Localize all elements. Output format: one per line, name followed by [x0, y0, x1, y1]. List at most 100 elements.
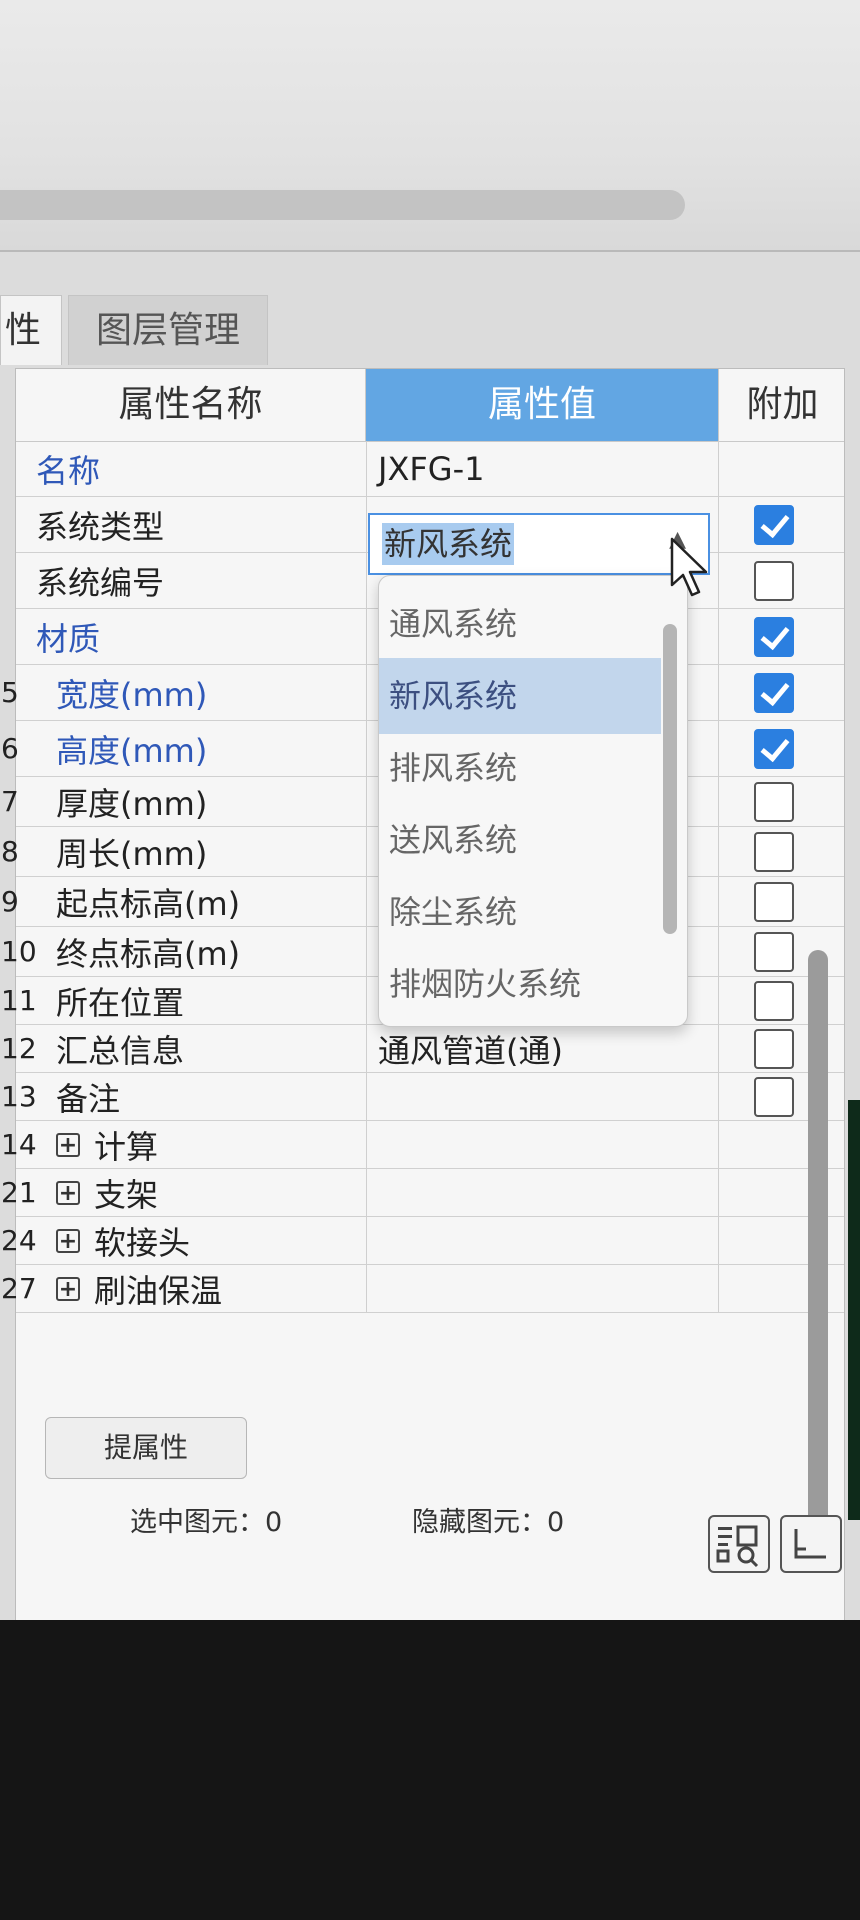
property-name: 所在位置 [56, 983, 185, 1022]
column-header-extra[interactable]: 附加 [718, 369, 846, 441]
property-name: + 软接头 [56, 1217, 190, 1264]
column-divider [718, 441, 719, 496]
column-divider [718, 553, 719, 608]
extra-checkbox[interactable] [754, 729, 794, 769]
column-divider [366, 553, 367, 608]
axis-button[interactable] [780, 1515, 842, 1573]
property-name: 系统编号 [36, 563, 165, 602]
table-row[interactable]: 12 汇总信息 通风管道(通) [1, 1025, 844, 1073]
row-index: 6 [1, 732, 19, 765]
column-divider [366, 1265, 367, 1312]
plus-icon[interactable]: + [56, 1228, 80, 1253]
vertical-scrollbar[interactable] [808, 950, 828, 1530]
query-button[interactable] [708, 1515, 770, 1573]
plus-icon[interactable]: + [56, 1180, 80, 1205]
row-index: 27 [1, 1272, 37, 1305]
tab-layer-management[interactable]: 图层管理 [68, 295, 268, 365]
extra-checkbox[interactable] [754, 782, 794, 822]
column-divider [366, 497, 367, 552]
extra-checkbox[interactable] [754, 673, 794, 713]
dropdown-option[interactable]: 新风系统 [379, 658, 661, 734]
plus-icon[interactable]: + [56, 1132, 80, 1157]
extra-checkbox[interactable] [754, 1029, 794, 1069]
column-divider [718, 927, 719, 976]
column-header-value[interactable]: 属性值 [366, 369, 718, 441]
dropdown-option[interactable]: 排烟防火系统 [379, 946, 661, 1022]
column-divider [366, 1217, 367, 1264]
table-row[interactable]: 24 + 软接头 [1, 1217, 844, 1265]
column-divider [366, 777, 367, 826]
monitor-bezel [0, 1620, 860, 1920]
row-index: 13 [1, 1080, 37, 1113]
property-group-label: 软接头 [94, 1223, 191, 1262]
dropdown-option[interactable]: 通风系统 [379, 586, 661, 662]
table-row[interactable]: 21 + 支架 [1, 1169, 844, 1217]
property-name: 备注 [56, 1079, 121, 1118]
property-name: 材质 [36, 619, 101, 658]
canvas-edge [848, 1100, 860, 1520]
property-name: 名称 [36, 451, 101, 490]
column-divider [718, 497, 719, 552]
column-divider [366, 721, 367, 776]
column-divider [366, 977, 367, 1024]
row-index: 10 [1, 935, 37, 968]
table-row[interactable]: 27 + 刷油保温 [1, 1265, 844, 1313]
dropdown-scrollbar[interactable] [663, 624, 677, 934]
property-name: + 计算 [56, 1121, 158, 1168]
extra-checkbox[interactable] [754, 832, 794, 872]
system-type-value: 新风系统 [382, 523, 515, 565]
extra-checkbox[interactable] [754, 882, 794, 922]
column-divider [366, 609, 367, 664]
system-type-dropdown: 通风系统 新风系统 排风系统 送风系统 除尘系统 排烟防火系统 [378, 575, 688, 1027]
column-divider [366, 877, 367, 926]
column-divider [718, 1025, 719, 1072]
axis-icon [794, 1529, 826, 1559]
row-index: 11 [1, 984, 37, 1017]
row-index: 14 [1, 1128, 37, 1161]
property-name: 汇总信息 [56, 1031, 185, 1070]
property-value[interactable]: 通风管道(通) [378, 1025, 563, 1072]
extra-checkbox[interactable] [754, 932, 794, 972]
tab-properties[interactable]: 性 [0, 295, 62, 365]
dropdown-option[interactable]: 除尘系统 [379, 874, 661, 950]
column-divider [366, 1169, 367, 1216]
column-divider [718, 827, 719, 876]
extra-checkbox[interactable] [754, 617, 794, 657]
column-divider [718, 1073, 719, 1120]
table-row[interactable]: 14 + 计算 [1, 1121, 844, 1169]
system-type-combobox[interactable]: 新风系统 ▲ [368, 513, 710, 575]
property-name: + 支架 [56, 1169, 158, 1216]
property-name: 宽度(mm) [56, 675, 208, 714]
property-name: 高度(mm) [56, 731, 208, 770]
dropdown-option[interactable]: 送风系统 [379, 802, 661, 878]
property-name: 起点标高(m) [56, 884, 241, 923]
extra-checkbox[interactable] [754, 981, 794, 1021]
column-divider [718, 977, 719, 1024]
row-index: 9 [1, 885, 19, 918]
extra-checkbox[interactable] [754, 505, 794, 545]
property-group-label: 计算 [94, 1127, 159, 1166]
property-value[interactable]: JXFG-1 [378, 441, 484, 496]
column-divider [718, 665, 719, 720]
extra-checkbox[interactable] [754, 561, 794, 601]
column-divider [366, 1121, 367, 1168]
extract-properties-button[interactable]: 提属性 [45, 1417, 247, 1479]
row-index: 7 [1, 785, 19, 818]
dropdown-option[interactable]: 排风系统 [379, 730, 661, 806]
row-index: 12 [1, 1032, 37, 1065]
column-divider [718, 1265, 719, 1312]
hidden-elements-count: 隐藏图元：0 [412, 1507, 565, 1538]
column-header-name[interactable]: 属性名称 [16, 369, 366, 441]
extra-checkbox[interactable] [754, 1077, 794, 1117]
horizontal-scrollbar[interactable] [0, 190, 685, 220]
grid-header: 属性名称 属性值 附加 [16, 369, 844, 442]
query-icon [716, 1525, 759, 1568]
column-divider [366, 927, 367, 976]
plus-icon[interactable]: + [56, 1276, 80, 1301]
property-name: + 刷油保温 [56, 1265, 222, 1312]
table-row[interactable]: 名称 JXFG-1 [16, 441, 844, 497]
column-divider [718, 1217, 719, 1264]
property-group-label: 刷油保温 [94, 1271, 223, 1310]
table-row[interactable]: 13 备注 [1, 1073, 844, 1121]
column-divider [718, 777, 719, 826]
